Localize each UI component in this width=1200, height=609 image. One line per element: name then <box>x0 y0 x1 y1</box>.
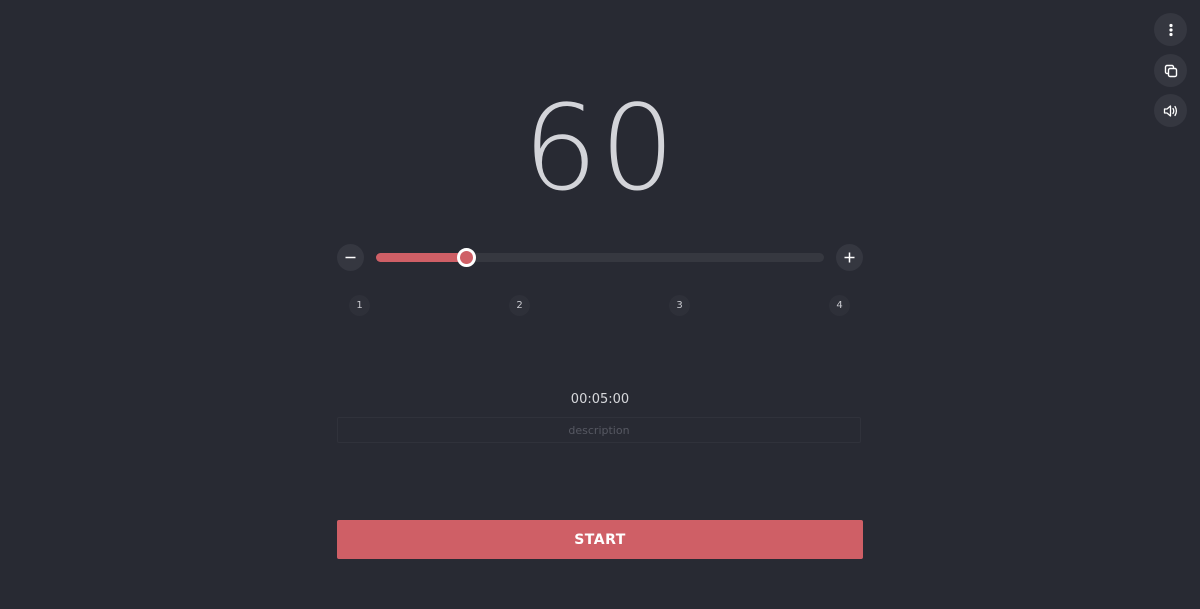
beat-option-4[interactable]: 4 <box>829 295 850 316</box>
beat-option-1[interactable]: 1 <box>349 295 370 316</box>
tempo-display: 60 <box>522 79 678 217</box>
start-button[interactable]: START <box>337 520 863 559</box>
vertical-dots-icon <box>1168 23 1173 36</box>
minus-icon <box>345 256 356 259</box>
description-input[interactable] <box>337 417 861 443</box>
beat-option-3[interactable]: 3 <box>669 295 690 316</box>
tempo-slider[interactable] <box>376 248 824 267</box>
more-options-button[interactable] <box>1154 13 1187 46</box>
timer-display[interactable]: 00:05:00 <box>0 392 1200 407</box>
tempo-slider-thumb[interactable] <box>456 248 476 267</box>
increase-tempo-button[interactable] <box>836 244 863 271</box>
metronome-app: 60 1 2 3 4 00:05:00 START <box>0 0 1200 609</box>
decrease-tempo-button[interactable] <box>337 244 364 271</box>
plus-icon <box>844 252 855 263</box>
tempo-slider-fill <box>376 253 466 262</box>
beat-option-2[interactable]: 2 <box>509 295 530 316</box>
copy-icon <box>1164 64 1177 77</box>
copy-button[interactable] <box>1154 54 1187 87</box>
